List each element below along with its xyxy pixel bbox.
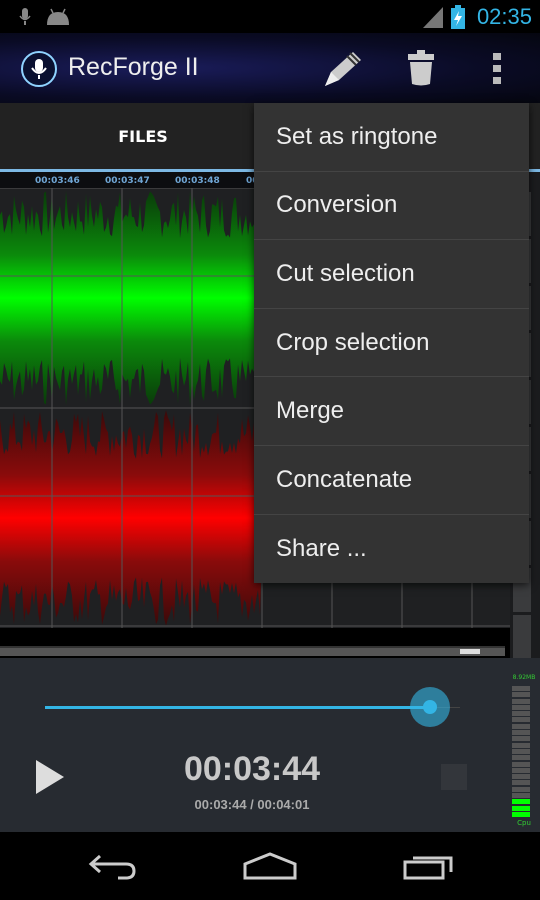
meter-segment <box>512 780 530 786</box>
scroll-segment <box>513 615 531 659</box>
meter-segment <box>512 811 530 817</box>
meter-segment <box>512 786 530 792</box>
battery-charging-icon <box>451 5 465 29</box>
cpu-label: Cpu <box>517 819 531 827</box>
menu-item-crop-selection[interactable]: Crop selection <box>254 309 529 378</box>
meter-segment <box>512 805 530 811</box>
meter-segment <box>512 692 530 698</box>
meter-segment <box>512 774 530 780</box>
meter-segment <box>512 793 530 799</box>
timeline-label: 00:03:48 <box>175 176 220 186</box>
meter-segment <box>512 730 530 736</box>
tab-files[interactable]: FILES <box>0 103 286 170</box>
android-icon <box>47 8 69 25</box>
timeline-label: 00:03:47 <box>105 176 150 186</box>
meter-segment <box>512 736 530 742</box>
timeline-label: 00:03:46 <box>35 176 80 186</box>
meter-segment <box>512 698 530 704</box>
navigation-bar <box>0 832 540 900</box>
meter-segment <box>512 723 530 729</box>
home-icon[interactable] <box>243 852 297 880</box>
seek-bar-progress[interactable] <box>45 706 430 709</box>
menu-item-conversion[interactable]: Conversion <box>254 172 529 241</box>
app-logo-mic-icon[interactable] <box>20 50 58 88</box>
app-title: RecForge II <box>68 53 199 81</box>
meter-segment <box>512 799 530 805</box>
clock: 02:35 <box>476 4 532 29</box>
action-bar: RecForge II <box>0 33 540 103</box>
recent-apps-icon[interactable] <box>403 852 455 880</box>
menu-item-cut-selection[interactable]: Cut selection <box>254 240 529 309</box>
meter-segment <box>512 742 530 748</box>
meter-segment <box>512 711 530 717</box>
overflow-menu-icon[interactable] <box>493 53 503 85</box>
menu-item-share[interactable]: Share ... <box>254 515 529 584</box>
cpu-meter <box>512 686 532 818</box>
seek-bar-thumb[interactable] <box>410 687 450 727</box>
menu-item-concatenate[interactable]: Concatenate <box>254 446 529 515</box>
status-bar: 02:35 <box>0 0 540 33</box>
stop-button[interactable] <box>441 764 467 790</box>
meter-segment <box>512 748 530 754</box>
mic-icon <box>19 8 31 25</box>
current-time: 00:03:44 <box>183 750 321 788</box>
back-icon[interactable] <box>88 852 138 880</box>
meter-segment <box>512 767 530 773</box>
meter-segment <box>512 761 530 767</box>
pencil-icon[interactable] <box>323 50 363 88</box>
signal-icon <box>423 7 443 28</box>
meter-segment <box>512 755 530 761</box>
meter-segment <box>512 717 530 723</box>
overflow-menu: Set as ringtone Conversion Cut selection… <box>254 103 529 583</box>
menu-item-merge[interactable]: Merge <box>254 377 529 446</box>
meter-segment <box>512 686 530 691</box>
menu-item-set-as-ringtone[interactable]: Set as ringtone <box>254 103 529 172</box>
time-progress: 00:03:44 / 00:04:01 <box>194 797 310 812</box>
trash-icon[interactable] <box>408 50 434 86</box>
scroll-thumb[interactable] <box>460 649 480 654</box>
memory-label: 8.92MB <box>512 674 536 681</box>
horizontal-scrollbar[interactable] <box>0 646 505 656</box>
meter-segment <box>512 704 530 710</box>
